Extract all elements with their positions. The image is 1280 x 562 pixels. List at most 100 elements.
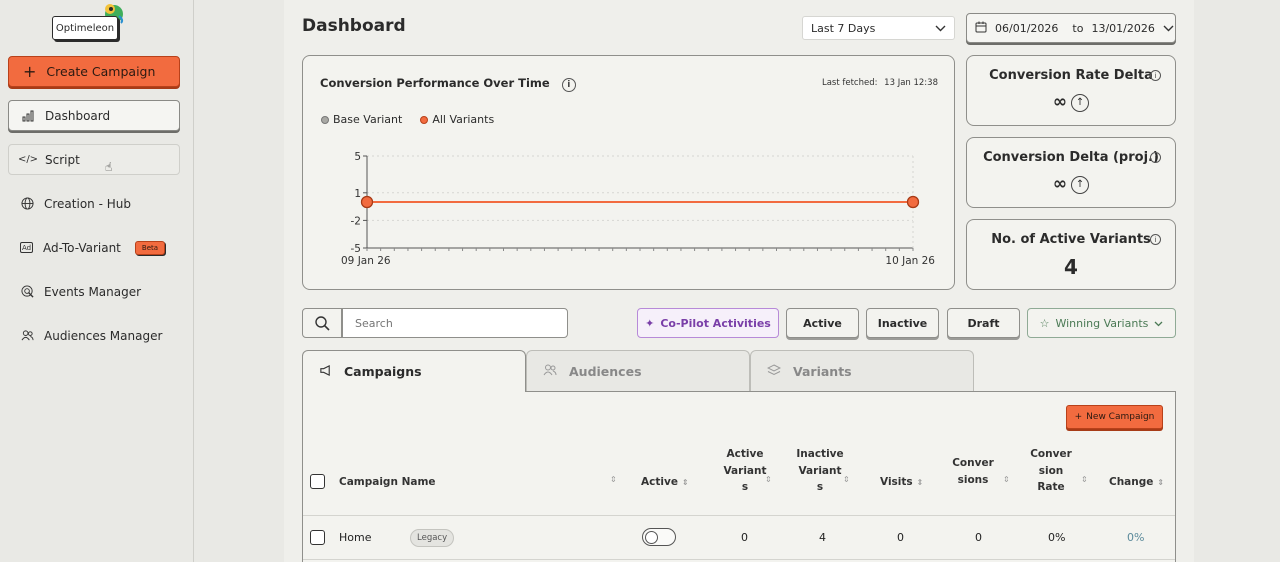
sort-icon[interactable]: ⇕: [1003, 475, 1010, 484]
data-point: [360, 195, 374, 209]
col-active-variants[interactable]: Active Variant s: [715, 446, 775, 496]
sort-icon[interactable]: ⇕: [610, 475, 617, 484]
sidebar: Optimeleon + Create Campaign Dashboard <…: [0, 0, 194, 562]
chart-title: Conversion Performance Over Time i: [320, 76, 576, 92]
sort-icon[interactable]: ⇕: [843, 475, 850, 484]
select-all-checkbox[interactable]: [310, 474, 325, 489]
change-value: 0%: [1127, 531, 1145, 544]
star-icon: ☆: [1039, 316, 1050, 330]
col-visits[interactable]: Visits ⇕: [880, 474, 923, 492]
col-active[interactable]: Active ⇕: [641, 474, 689, 492]
new-campaign-button[interactable]: + New Campaign: [1066, 405, 1163, 429]
line-chart: 5 1 -2 -509 Jan 26 10 Jan 26: [341, 151, 935, 267]
chart-title-text: Conversion Performance Over Time: [320, 76, 550, 90]
active-toggle[interactable]: [642, 528, 676, 546]
legend-item-base[interactable]: Base Variant: [321, 113, 402, 126]
inactive-variants-value: 4: [819, 531, 826, 544]
sidebar-item-label: Ad-To-Variant: [43, 240, 121, 255]
legend-label: All Variants: [432, 113, 495, 126]
main-content: Dashboard Last 7 Days 06/01/2026 to 13/0…: [284, 0, 1194, 562]
beta-badge: Beta: [134, 240, 166, 255]
sidebar-item-dashboard[interactable]: Dashboard: [8, 100, 180, 131]
chevron-down-icon: [1154, 317, 1163, 330]
search-input[interactable]: [342, 308, 568, 338]
column-label: Visits: [880, 476, 913, 488]
search-button[interactable]: [302, 308, 342, 338]
info-icon[interactable]: i: [561, 78, 576, 92]
y-tick-label: 1: [354, 188, 361, 200]
plus-icon: +: [1074, 412, 1083, 422]
col-change[interactable]: Change ⇕: [1109, 474, 1164, 492]
filter-draft-button[interactable]: Draft: [947, 308, 1020, 338]
stat-card-conversion-delta: Conversion Delta (proj.) i ∞ ↑: [966, 137, 1176, 208]
stat-value-row: ∞ ↑: [967, 92, 1175, 112]
date-to-label: to: [1072, 21, 1084, 35]
chart-legend: Base Variant All Variants: [321, 113, 494, 126]
tab-label: Variants: [793, 363, 852, 379]
filter-active-button[interactable]: Active: [786, 308, 859, 338]
globe-icon: [20, 197, 34, 211]
create-campaign-button[interactable]: + Create Campaign: [8, 56, 180, 87]
sidebar-item-script[interactable]: </> Script ☝: [8, 144, 180, 175]
new-campaign-label: New Campaign: [1086, 412, 1155, 422]
period-select[interactable]: Last 7 Days: [802, 16, 955, 40]
calendar-icon: [975, 21, 987, 36]
filter-label: Draft: [967, 316, 1000, 330]
date-from: 06/01/2026: [995, 21, 1059, 35]
active-variants-value: 0: [741, 531, 748, 544]
legend-label: Base Variant: [333, 113, 403, 126]
layers-icon: [766, 363, 782, 380]
logo[interactable]: Optimeleon: [52, 16, 118, 40]
legacy-badge: Legacy: [410, 529, 455, 547]
col-conversion-rate[interactable]: Conver sion Rate: [1027, 446, 1075, 496]
filter-inactive-button[interactable]: Inactive: [866, 308, 939, 338]
stat-value: ∞: [1052, 92, 1068, 112]
sidebar-item-ad-to-variant[interactable]: Ad Ad-To-Variant Beta: [8, 232, 180, 263]
info-icon[interactable]: i: [1150, 234, 1161, 245]
info-icon[interactable]: i: [1150, 70, 1161, 81]
winning-label: Winning Variants: [1055, 316, 1149, 330]
date-to: 13/01/2026: [1091, 21, 1155, 35]
col-conversions[interactable]: Conver sions: [949, 455, 997, 488]
info-icon[interactable]: i: [1150, 152, 1161, 163]
period-select-value: Last 7 Days: [811, 21, 876, 35]
sidebar-item-events-manager[interactable]: Events Manager: [8, 276, 180, 307]
sort-icon: ⇕: [1157, 478, 1165, 487]
stat-label: Conversion Rate Delta: [989, 68, 1153, 83]
col-inactive-variants[interactable]: Inactive Variant s: [790, 446, 850, 496]
column-label: Active Variant s: [723, 448, 767, 493]
sort-icon[interactable]: ⇕: [765, 475, 772, 484]
legend-item-all[interactable]: All Variants: [420, 113, 494, 126]
y-tick-label: -2: [351, 215, 361, 227]
sort-icon: ⇕: [916, 478, 924, 487]
sidebar-item-audiences-manager[interactable]: Audiences Manager: [8, 320, 180, 351]
tab-audiences[interactable]: Audiences: [526, 350, 750, 391]
campaign-name[interactable]: Home: [339, 531, 371, 544]
data-point: [906, 195, 920, 209]
tab-variants[interactable]: Variants: [750, 350, 974, 391]
x-tick-label: 10 Jan 26: [885, 255, 935, 267]
sidebar-item-label: Dashboard: [45, 108, 111, 123]
sort-icon[interactable]: ⇕: [1081, 475, 1088, 484]
copilot-activities-button[interactable]: ✦ Co-Pilot Activities: [637, 308, 779, 338]
conversion-rate-value: 0%: [1048, 531, 1066, 544]
chevron-down-icon: [1163, 22, 1174, 35]
row-checkbox[interactable]: [310, 530, 325, 545]
tab-campaigns[interactable]: Campaigns: [302, 350, 526, 392]
stat-card-conversion-rate-delta: Conversion Rate Delta i ∞ ↑: [966, 55, 1176, 126]
col-campaign-name[interactable]: Campaign Name: [339, 474, 436, 491]
sidebar-item-label: Events Manager: [44, 284, 142, 299]
table-row[interactable]: Home Legacy 0 4 0 0 0% 0%: [303, 516, 1175, 560]
conversion-chart-card: Conversion Performance Over Time i Last …: [302, 55, 955, 290]
column-label: Campaign Name: [339, 476, 436, 488]
conversions-value: 0: [975, 531, 982, 544]
megaphone-icon: [319, 364, 332, 380]
column-label: Change: [1109, 476, 1154, 488]
date-range-picker[interactable]: 06/01/2026 to 13/01/2026: [966, 13, 1176, 43]
ad-icon: Ad: [20, 242, 33, 253]
winning-variants-select[interactable]: ☆ Winning Variants: [1027, 308, 1176, 338]
sidebar-item-creation-hub[interactable]: Creation - Hub: [8, 188, 180, 219]
arrow-up-icon: ↑: [1071, 93, 1090, 112]
column-label: Conver sions: [952, 457, 994, 486]
logo-text: Optimeleon: [55, 22, 115, 34]
